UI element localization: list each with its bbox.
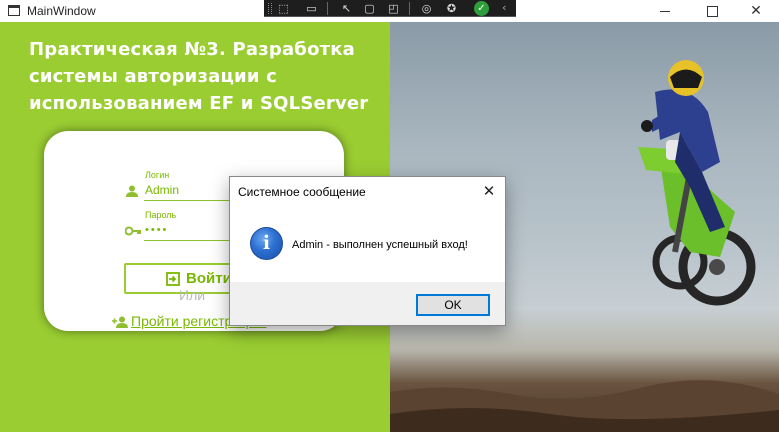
accessibility-icon[interactable]: ✪: [445, 2, 458, 15]
minimize-button[interactable]: [643, 0, 687, 22]
login-button-content: Войти: [166, 270, 232, 287]
toolbar-separator: [409, 2, 410, 15]
check-icon[interactable]: ✓: [474, 1, 489, 16]
toolbar-grip[interactable]: [268, 3, 272, 14]
close-icon: ✕: [482, 182, 496, 200]
live-preview-icon[interactable]: ▭: [305, 2, 318, 15]
page-title: Практическая №3. Разработка системы авто…: [29, 39, 369, 114]
message-dialog: Системное сообщение ✕ i Admin - выполнен…: [229, 176, 506, 326]
user-icon: [126, 185, 138, 197]
key-icon: [125, 226, 141, 236]
login-underline: [144, 200, 230, 201]
pointer-select-icon[interactable]: ↖: [340, 2, 353, 15]
close-icon: ✕: [750, 3, 762, 19]
collapse-toolbar-icon[interactable]: ‹: [502, 1, 506, 14]
info-icon: i: [250, 227, 283, 260]
dialog-title: Системное сообщение: [238, 185, 366, 199]
hot-reload-icon[interactable]: ◎: [420, 2, 433, 15]
password-underline: [144, 240, 230, 241]
toolbar-separator: [327, 2, 328, 15]
display-layout-adorners-icon[interactable]: ▢: [363, 2, 376, 15]
password-label: Пароль: [145, 210, 177, 220]
login-input[interactable]: Admin: [145, 183, 179, 197]
window-app-icon: [8, 5, 20, 16]
ok-button[interactable]: OK: [416, 294, 490, 316]
xaml-debug-toolbar: ⬚ ▭ ↖ ▢ ◰ ◎ ✪ ✓ ‹: [264, 0, 516, 17]
dialog-close-button[interactable]: ✕: [480, 182, 498, 200]
login-label: Логин: [145, 170, 170, 180]
or-text: Или: [179, 287, 206, 303]
login-icon: [166, 271, 180, 286]
select-element-icon[interactable]: ⬚: [277, 2, 290, 15]
password-input[interactable]: ••••: [145, 224, 168, 236]
add-user-icon: [112, 316, 128, 328]
close-button[interactable]: ✕: [734, 0, 778, 22]
track-focused-element-icon[interactable]: ◰: [387, 2, 400, 15]
dialog-message: Admin - выполнен успешный вход!: [292, 239, 468, 251]
maximize-button[interactable]: [690, 0, 734, 22]
login-button-label: Войти: [186, 270, 232, 287]
window-title: MainWindow: [27, 4, 96, 18]
